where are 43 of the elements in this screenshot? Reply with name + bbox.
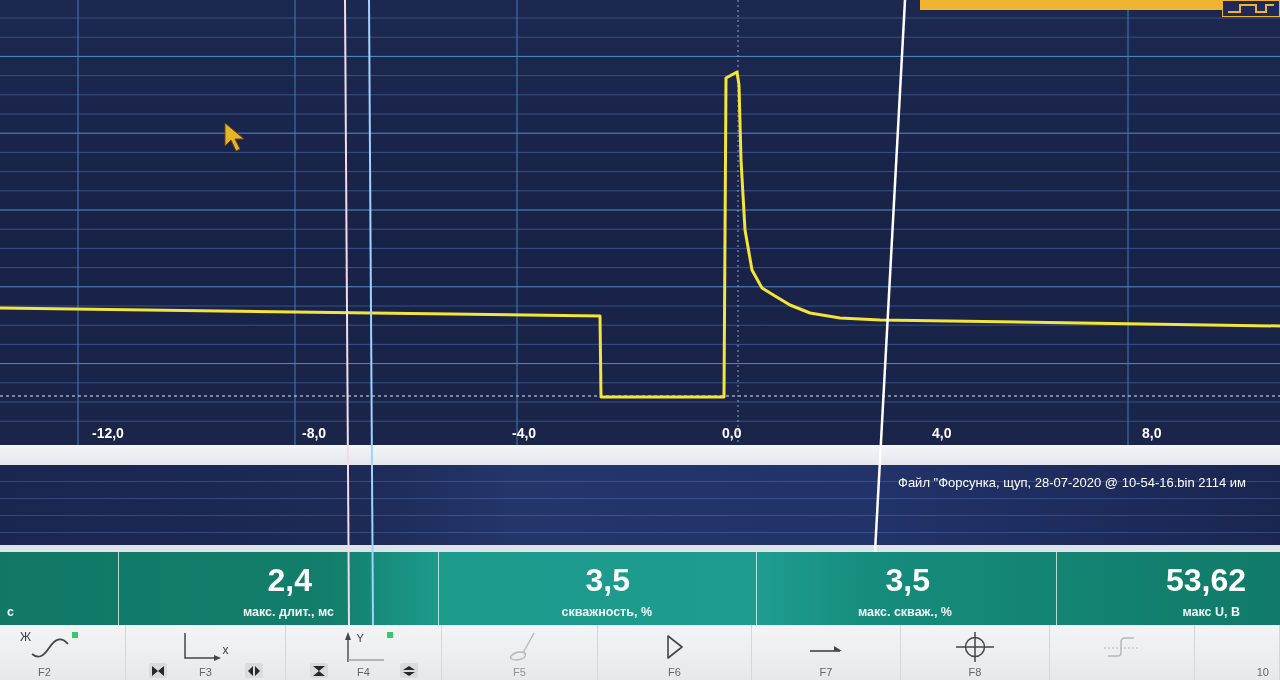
function-key-button[interactable]: F6 <box>661 625 688 680</box>
measurement-value: 2,4 <box>267 563 312 597</box>
sine-wave-icon <box>31 636 70 658</box>
measurement-label: макс U, В <box>1182 605 1240 620</box>
function-key-button[interactable]: F8 <box>952 625 998 680</box>
function-key-button[interactable]: x F3 <box>178 625 233 680</box>
function-key-button[interactable]: Ж F2 <box>15 625 74 680</box>
file-info-text: Файл "Форсунка, щуп, 28-07-2020 @ 10-54-16.bin 2114 им <box>898 475 1247 491</box>
narrow-horizontal-button[interactable] <box>148 663 167 678</box>
icon-letter: Ж <box>19 631 32 644</box>
axis-tick-label: 8,0 <box>1142 425 1162 441</box>
axis-tick-label: -12,0 <box>92 425 124 441</box>
icon-letter: Y <box>356 632 364 644</box>
hourglass-arrows-icon <box>312 665 325 676</box>
icon-letter: x <box>222 644 229 657</box>
axis-tick-label: 0,0 <box>722 425 742 441</box>
axis-tick-label: -4,0 <box>512 425 537 441</box>
narrow-vertical-button[interactable] <box>309 663 328 678</box>
measurement-value: 3,5 <box>585 563 630 597</box>
cursor-line[interactable] <box>344 0 350 625</box>
x-axis-icon <box>182 633 221 661</box>
measurement-value: 53,62 <box>1165 563 1246 597</box>
axis-tick-label: 4,0 <box>932 425 952 441</box>
play-icon <box>665 634 684 660</box>
square-wave-icon[interactable] <box>1222 0 1280 17</box>
measurement-label: макс. длит., мс <box>242 605 334 620</box>
measurement-label: макс. скваж., % <box>857 605 952 620</box>
axis-tick-label: -8,0 <box>302 425 327 441</box>
function-key-button[interactable]: Y F4 <box>339 625 388 680</box>
y-axis-icon <box>343 632 384 662</box>
vertical-arrows-icon <box>402 665 415 676</box>
crosshair-icon <box>956 632 994 662</box>
measurement-value: 3,5 <box>885 563 930 597</box>
inward-arrows-icon <box>151 665 164 676</box>
mouse-pointer-icon <box>224 122 246 152</box>
function-key-button[interactable]: F7 <box>806 625 846 680</box>
cursor-line[interactable] <box>368 0 374 625</box>
function-key-button[interactable]: 10 <box>1252 625 1273 680</box>
widen-vertical-button[interactable] <box>399 663 418 678</box>
widen-horizontal-button[interactable] <box>244 663 263 678</box>
measurement-label: с <box>7 605 14 620</box>
measurement-label: скважность, % <box>561 605 652 620</box>
outward-arrows-icon <box>247 665 260 676</box>
